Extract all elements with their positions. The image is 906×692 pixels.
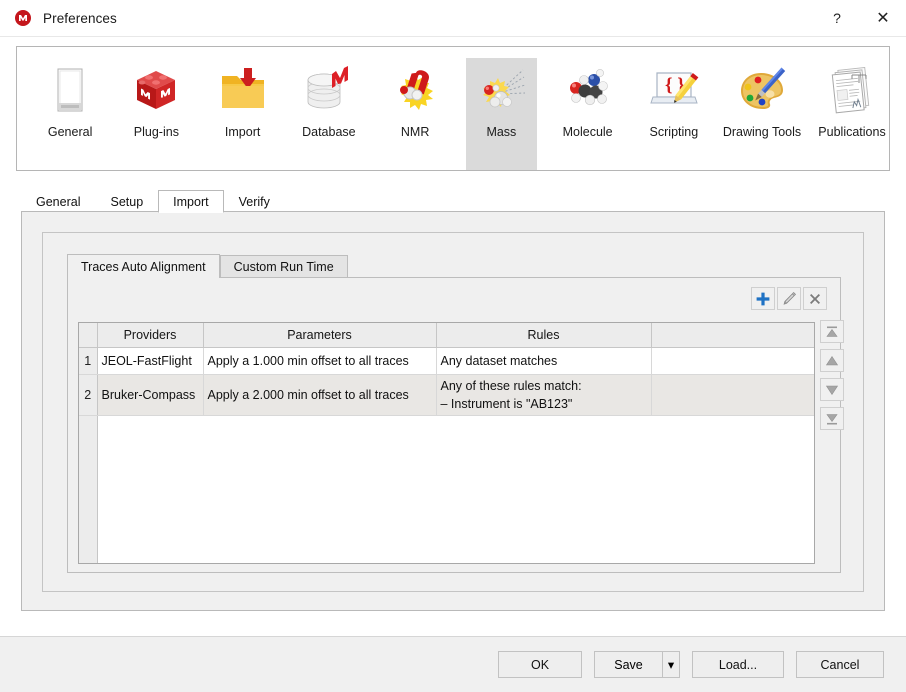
help-button[interactable]: ? — [814, 1, 860, 36]
category-label: Import — [224, 125, 261, 139]
empty-area — [651, 416, 814, 564]
plugins-cube-icon — [130, 64, 182, 116]
empty-area — [203, 416, 436, 564]
traces-auto-alignment-panel: Providers Parameters Rules 1 JEOL-FastFl… — [67, 277, 844, 573]
import-tab-panel: Traces Auto Alignment Custom Run Time Pr… — [21, 211, 885, 611]
nmr-magnet-icon — [389, 64, 441, 116]
category-item-database[interactable]: Database — [294, 58, 364, 170]
close-button[interactable]: ✕ — [860, 1, 906, 36]
move-up-icon — [825, 355, 839, 365]
move-to-top-icon — [826, 326, 838, 337]
edit-button[interactable] — [777, 287, 801, 310]
move-to-bottom-icon — [826, 413, 838, 424]
add-button[interactable] — [751, 287, 775, 310]
move-to-top-button[interactable] — [820, 320, 844, 343]
cell-parameters: Apply a 2.000 min offset to all traces — [203, 374, 437, 416]
category-label: Drawing Tools — [722, 125, 802, 139]
mass-spectro-icon — [475, 64, 527, 116]
column-header-rules[interactable]: Rules — [436, 323, 652, 348]
save-button[interactable]: Save — [594, 651, 662, 678]
row-number: 2 — [79, 374, 98, 416]
load-button[interactable]: Load... — [692, 651, 784, 678]
dialog-button-bar: OK Save ▾ Load... Cancel — [0, 636, 906, 692]
palette-icon — [736, 64, 788, 116]
cell-parameters: Apply a 1.000 min offset to all traces — [203, 347, 437, 375]
cell-rules: Any of these rules match: – Instrument i… — [436, 374, 652, 416]
title-bar: Preferences ? ✕ — [0, 0, 906, 37]
category-item-drawing-tools[interactable]: Drawing Tools — [722, 58, 802, 170]
inner-tab-traces-auto-alignment[interactable]: Traces Auto Alignment — [67, 254, 220, 278]
general-page-icon — [44, 64, 96, 116]
inner-tabstrip: Traces Auto Alignment Custom Run Time — [67, 254, 348, 278]
column-header-providers[interactable]: Providers — [97, 323, 204, 348]
category-label: Plug-ins — [133, 125, 179, 139]
scripting-icon: { } — [648, 64, 700, 116]
column-header-filler — [651, 323, 814, 348]
category-label: Scripting — [649, 125, 699, 139]
cancel-button[interactable]: Cancel — [796, 651, 884, 678]
mnova-logo-icon — [14, 9, 32, 27]
category-label: Publications — [818, 125, 886, 139]
row-number-empty — [79, 415, 98, 563]
category-item-scripting[interactable]: { } Scripting — [639, 58, 709, 170]
category-label: Database — [302, 125, 356, 139]
pencil-icon — [783, 291, 797, 305]
cell-filler — [651, 374, 814, 416]
window-title: Preferences — [43, 10, 117, 26]
category-item-mass[interactable]: Mass — [466, 58, 537, 170]
category-item-publications[interactable]: Publications — [815, 58, 889, 170]
category-label: General — [47, 125, 93, 139]
table-header-row: Providers Parameters Rules — [79, 323, 814, 348]
category-item-general[interactable]: General — [35, 58, 105, 170]
table-row[interactable]: 1 JEOL-FastFlight Apply a 1.000 min offs… — [79, 347, 814, 375]
tab-setup[interactable]: Setup — [95, 191, 158, 212]
category-label: Molecule — [562, 125, 613, 139]
inner-tab-custom-run-time[interactable]: Custom Run Time — [219, 255, 348, 277]
tab-import[interactable]: Import — [158, 190, 224, 213]
cell-provider: JEOL-FastFlight — [97, 347, 204, 375]
category-label: Mass — [486, 125, 517, 139]
import-folder-icon — [217, 64, 269, 116]
category-icon-bar: General Plug-ins Import Database NMR Mas… — [16, 46, 890, 171]
empty-area — [97, 416, 203, 564]
molecule-icon — [562, 64, 614, 116]
plus-icon — [756, 292, 770, 305]
preferences-tabstrip: General Setup Import Verify — [21, 190, 885, 213]
cell-rules: Any dataset matches — [436, 347, 652, 375]
empty-area — [436, 416, 651, 564]
cell-rules-line-1: Any of these rules match: — [440, 378, 582, 393]
category-label: NMR — [400, 125, 430, 139]
row-number: 1 — [79, 347, 98, 375]
table-actions-toolbar — [751, 287, 827, 310]
cell-filler — [651, 347, 814, 375]
import-inner-group: Traces Auto Alignment Custom Run Time Pr… — [42, 232, 864, 592]
move-down-button[interactable] — [820, 378, 844, 401]
move-up-button[interactable] — [820, 349, 844, 372]
close-x-icon — [810, 293, 820, 304]
publications-icon — [826, 64, 878, 116]
category-item-import[interactable]: Import — [208, 58, 278, 170]
tab-general[interactable]: General — [21, 191, 95, 212]
cell-rules-line-2: – Instrument is "AB123" — [440, 397, 573, 411]
table-empty-row — [79, 415, 814, 564]
cell-provider: Bruker-Compass — [97, 374, 204, 416]
row-reorder-buttons — [820, 320, 844, 430]
database-icon — [303, 64, 355, 116]
category-item-nmr[interactable]: NMR — [380, 58, 450, 170]
category-item-molecule[interactable]: Molecule — [553, 58, 623, 170]
save-dropdown-arrow-icon[interactable]: ▾ — [662, 651, 680, 678]
ok-button[interactable]: OK — [498, 651, 582, 678]
move-down-icon — [825, 385, 839, 395]
move-to-bottom-button[interactable] — [820, 407, 844, 430]
save-split-button[interactable]: Save ▾ — [594, 651, 680, 678]
traces-alignment-table[interactable]: Providers Parameters Rules 1 JEOL-FastFl… — [78, 322, 815, 564]
column-header-parameters[interactable]: Parameters — [203, 323, 437, 348]
column-header-rownum[interactable] — [79, 323, 98, 348]
category-item-plugins[interactable]: Plug-ins — [121, 58, 191, 170]
delete-button[interactable] — [803, 287, 827, 310]
table-row[interactable]: 2 Bruker-Compass Apply a 2.000 min offse… — [79, 374, 814, 416]
tab-verify[interactable]: Verify — [224, 191, 285, 212]
